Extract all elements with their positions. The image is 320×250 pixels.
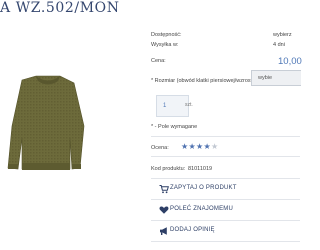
ask-about-product-button[interactable]: Zapytaj o produkt [151, 183, 300, 197]
product-title: A WZ.502/MON [0, 0, 120, 16]
divider [151, 199, 300, 200]
divider [151, 136, 300, 137]
price-label: Cena: [151, 58, 166, 64]
product-code-label: Kod produktu: [151, 166, 186, 172]
divider [151, 220, 300, 221]
availability-value: wybierz [273, 32, 292, 38]
divider [151, 178, 300, 179]
price-value: 10,00 [278, 56, 302, 67]
product-code-value: 81011019 [188, 166, 213, 172]
size-label: * Rozmiar (obwód klatki piersiowej/wzros… [151, 78, 256, 84]
recommend-to-friend-label: Poleć znajomemu [170, 206, 234, 212]
star-empty-icon[interactable]: ★ [211, 142, 218, 151]
size-select[interactable]: wybie [251, 70, 301, 86]
add-review-button[interactable]: Dodaj opinię [151, 225, 300, 239]
star-icon[interactable]: ★ [188, 142, 195, 151]
required-note: * - Pole wymagane [151, 124, 198, 130]
rating-stars[interactable]: ★★★★★ [181, 142, 218, 151]
ask-about-product-label: Zapytaj o produkt [170, 185, 237, 191]
cart-icon [159, 185, 169, 194]
rating-label: Ocena: [151, 145, 169, 151]
quantity-field[interactable]: 1 szt. [156, 95, 193, 117]
shipping-value: 4 dni [273, 42, 285, 48]
divider [151, 156, 300, 157]
product-image[interactable] [0, 38, 92, 188]
add-review-label: Dodaj opinię [170, 227, 215, 233]
shipping-label: Wysyłka w: [151, 42, 179, 48]
quantity-unit: szt. [185, 102, 193, 108]
megaphone-icon [160, 227, 167, 235]
sweater-image [7, 75, 85, 170]
recommend-to-friend-button[interactable]: Poleć znajomemu [151, 204, 300, 218]
heart-icon [159, 206, 169, 214]
availability-label: Dostępność: [151, 32, 182, 38]
star-icon[interactable]: ★ [203, 142, 210, 151]
divider [151, 241, 300, 242]
quantity-input[interactable]: 1 [163, 103, 166, 109]
